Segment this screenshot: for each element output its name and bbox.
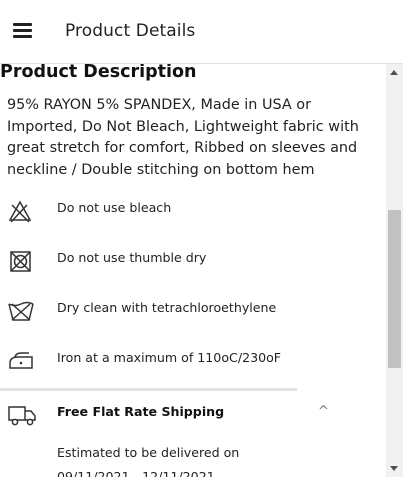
product-description-text: 95% RAYON 5% SPANDEX, Made in USA or Imp…: [7, 97, 359, 178]
scrollbar-thumb[interactable]: [388, 210, 401, 368]
app-bar: Product Details: [0, 0, 403, 64]
page-title: Product Details: [65, 21, 196, 41]
chevron-up-icon[interactable]: ^: [318, 404, 329, 419]
care-item-no-tumble-dry: Do not use thumble dry: [0, 242, 386, 282]
care-label-no-tumble-dry: Do not use thumble dry: [57, 250, 207, 265]
iron-icon: [9, 352, 33, 369]
product-description-heading: Product Description: [0, 64, 197, 82]
care-label-dry-clean: Dry clean with tetrachloroethylene: [57, 300, 277, 315]
shipping-title: Free Flat Rate Shipping: [57, 404, 225, 419]
no-tumble-dry-icon: [10, 251, 31, 272]
hamburger-menu-icon[interactable]: [10, 18, 36, 44]
dry-clean-icon: [8, 301, 34, 321]
no-bleach-icon: [8, 200, 32, 223]
care-item-dry-clean: Dry clean with tetrachloroethylene: [0, 292, 386, 332]
shipping-estimate-dates: 09/11/2021 - 12/11/2021.: [57, 469, 219, 477]
care-item-iron: Iron at a maximum of 110oC/230oF: [0, 342, 386, 382]
scroll-down-arrow-icon[interactable]: [386, 460, 403, 477]
care-item-no-bleach: Do not use bleach: [0, 192, 386, 232]
care-label-iron: Iron at a maximum of 110oC/230oF: [57, 350, 282, 365]
scroll-up-arrow-icon[interactable]: [386, 64, 403, 81]
shipping-estimate-label: Estimated to be delivered on: [57, 445, 240, 460]
truck-icon: [8, 406, 36, 426]
care-label-no-bleach: Do not use bleach: [57, 200, 172, 215]
vertical-scrollbar[interactable]: [386, 64, 403, 477]
product-details-content: Product Description 95% RAYON 5% SPANDEX…: [0, 64, 386, 477]
section-divider: [0, 388, 297, 391]
shipping-panel[interactable]: Free Flat Rate Shipping ^ Estimated to b…: [0, 394, 386, 477]
